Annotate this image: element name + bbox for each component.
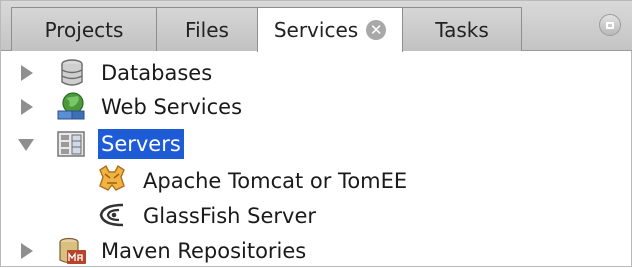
close-icon[interactable]: ✕ xyxy=(366,20,387,40)
servers-icon xyxy=(57,131,85,157)
minimize-icon xyxy=(606,21,614,29)
web-services-icon xyxy=(57,92,85,120)
tree-item-label: Apache Tomcat or TomEE xyxy=(143,169,408,193)
maven-icon xyxy=(59,237,86,264)
tree-item-label: Servers xyxy=(98,129,184,159)
tree-item-databases[interactable]: Databases xyxy=(1,56,632,90)
tree-item-label: Databases xyxy=(101,61,213,85)
tab-files-label: Files xyxy=(185,17,229,42)
glassfish-icon xyxy=(99,203,124,227)
tree-item-label: Maven Repositories xyxy=(101,239,307,263)
expand-arrow-icon[interactable] xyxy=(21,243,33,259)
tree-item-apache-tomcat[interactable]: Apache Tomcat or TomEE xyxy=(1,164,632,198)
tab-projects[interactable]: Projects xyxy=(11,7,157,51)
tree-item-label: GlassFish Server xyxy=(143,204,317,228)
tab-tasks-label: Tasks xyxy=(435,17,489,42)
tab-bar: Projects Files Services ✕ Tasks xyxy=(1,1,632,52)
tree-item-maven-repositories[interactable]: Maven Repositories xyxy=(1,234,632,268)
tab-files[interactable]: Files xyxy=(156,7,258,51)
expand-arrow-icon[interactable] xyxy=(21,99,33,115)
tab-projects-label: Projects xyxy=(44,17,124,42)
tab-tasks[interactable]: Tasks xyxy=(402,7,522,51)
tomcat-icon xyxy=(99,164,125,191)
expand-arrow-icon[interactable] xyxy=(21,65,33,81)
tree-item-label: Web Services xyxy=(101,95,243,119)
services-tree: Databases Web Services Servers Apache To… xyxy=(1,51,632,268)
tree-item-servers[interactable]: Servers xyxy=(1,127,632,161)
tree-item-web-services[interactable]: Web Services xyxy=(1,90,632,124)
tab-services[interactable]: Services ✕ xyxy=(257,7,403,52)
database-icon xyxy=(61,59,83,86)
services-panel: Projects Files Services ✕ Tasks Database… xyxy=(0,0,632,267)
tree-item-glassfish-server[interactable]: GlassFish Server xyxy=(1,199,632,233)
collapse-arrow-icon[interactable] xyxy=(18,139,34,151)
minimize-window-button[interactable] xyxy=(599,14,621,36)
tab-services-label: Services xyxy=(273,18,359,42)
